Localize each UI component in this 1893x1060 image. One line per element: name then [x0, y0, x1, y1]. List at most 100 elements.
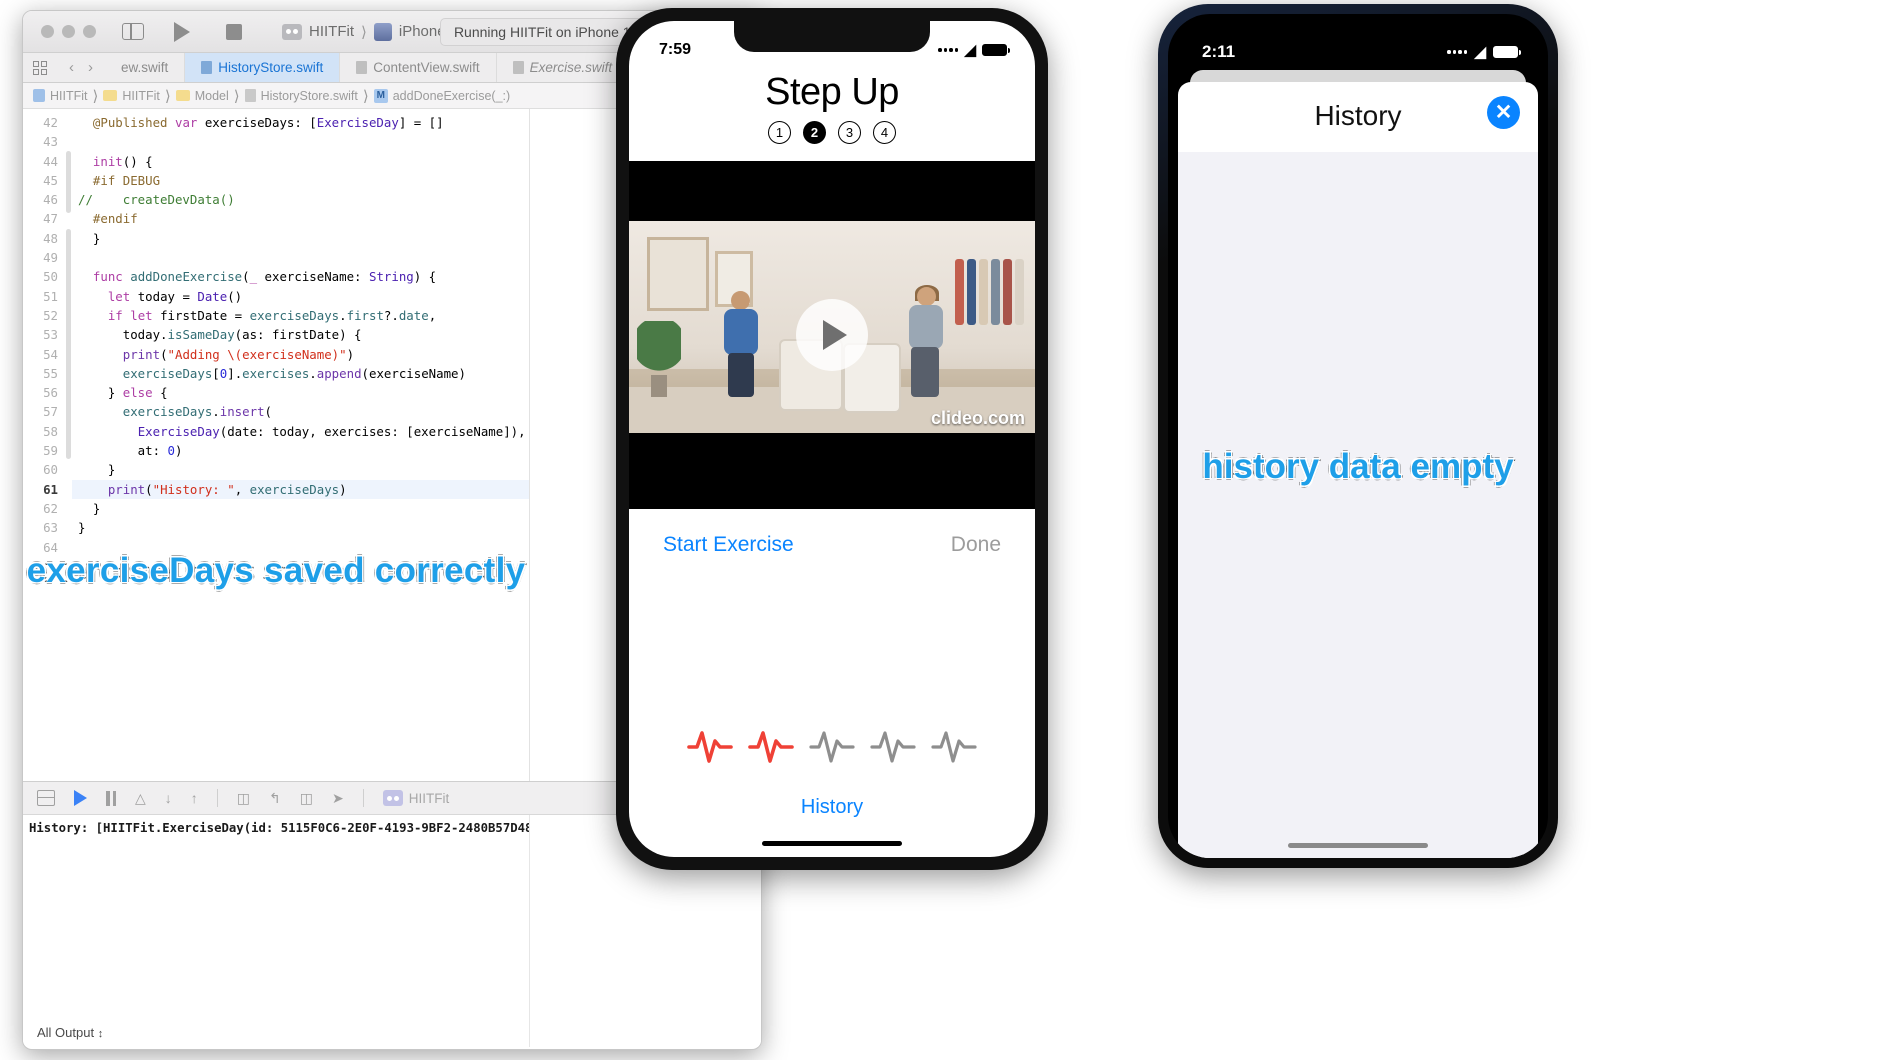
device-icon: [373, 22, 392, 41]
pause-icon[interactable]: [106, 790, 116, 806]
step-out-icon[interactable]: ↑: [191, 790, 198, 806]
play-button[interactable]: [796, 299, 868, 371]
cellular-signal-icon: [938, 48, 959, 52]
chevron-updown-icon[interactable]: ↕: [98, 1028, 104, 1040]
fold-segment: [66, 151, 71, 213]
video-person-left: [719, 291, 765, 403]
project-icon: [33, 89, 45, 102]
debug-process[interactable]: HIITFit: [382, 790, 449, 806]
tab-label: ContentView.swift: [373, 60, 480, 75]
sheet-title: History: [1314, 100, 1402, 131]
window-controls[interactable]: [41, 25, 96, 38]
history-sheet[interactable]: History ✕ history data empty: [1178, 82, 1538, 858]
breadcrumb-item-method[interactable]: addDoneExercise(_:): [393, 89, 510, 103]
video-clothes-rack: [955, 249, 1029, 345]
rating-control[interactable]: [629, 727, 1035, 767]
grid-icon: [33, 60, 47, 75]
folder-icon: [103, 90, 118, 101]
breadcrumb-item-file[interactable]: HistoryStore.swift: [261, 89, 358, 103]
line-number: 60: [43, 462, 58, 478]
zoom-icon[interactable]: [83, 25, 96, 38]
home-indicator[interactable]: [1288, 843, 1428, 848]
stop-button[interactable]: [226, 23, 242, 40]
screenshot-root: HIITFit ⟩ iPhone 12 Pro Running HIITFit …: [0, 0, 1893, 1060]
heartbeat-icon-4[interactable]: [870, 727, 916, 767]
line-number: 63: [43, 520, 58, 536]
code-fold-ribbon[interactable]: [65, 109, 72, 557]
exercise-video-player[interactable]: clideo.com: [629, 161, 1035, 509]
exercise-actions[interactable]: Start Exercise Done: [629, 509, 1035, 557]
line-number: 52: [43, 307, 58, 323]
sidebar-toggle-icon[interactable]: [122, 23, 144, 40]
close-icon[interactable]: [41, 25, 54, 38]
chevron-right-icon: ⟩: [92, 87, 99, 105]
swift-file-icon: [201, 61, 213, 74]
console-filter-select[interactable]: All Output ↕: [37, 1025, 103, 1040]
done-button[interactable]: Done: [951, 533, 1001, 557]
continue-icon[interactable]: [74, 790, 87, 806]
phone-screen[interactable]: 7:59 ◢ Step Up 1 2 3 4 clideo.com Start …: [629, 21, 1035, 857]
divider: [362, 789, 364, 807]
line-number: 62: [43, 500, 58, 516]
history-button[interactable]: History: [629, 796, 1035, 819]
close-icon[interactable]: ✕: [1487, 96, 1520, 129]
tab-label: HistoryStore.swift: [218, 60, 324, 75]
run-button[interactable]: [174, 21, 190, 42]
tab-overview-button[interactable]: [23, 53, 57, 82]
memory-graph-icon[interactable]: ↰: [269, 790, 281, 807]
heartbeat-icon-3[interactable]: [809, 727, 855, 767]
page-indicator[interactable]: 1 2 3 4: [629, 121, 1035, 144]
environment-overrides-icon[interactable]: ◫: [300, 790, 313, 807]
chevron-right-icon: ⟩: [233, 87, 240, 105]
battery-icon: [1493, 46, 1521, 58]
page-dot-3[interactable]: 3: [838, 121, 861, 144]
page-dot-1[interactable]: 1: [768, 121, 791, 144]
step-into-icon[interactable]: ↓: [165, 790, 172, 806]
line-number: 59: [43, 443, 58, 459]
step-over-icon[interactable]: △: [135, 790, 146, 807]
breadcrumb-item-group[interactable]: HIITFit: [122, 89, 160, 103]
page-dot-4[interactable]: 4: [873, 121, 896, 144]
video-picture-frame: [647, 237, 709, 311]
back-icon[interactable]: ‹: [69, 59, 74, 76]
fold-segment: [66, 229, 71, 459]
heartbeat-icon-1[interactable]: [687, 727, 733, 767]
view-hierarchy-icon[interactable]: ◫: [237, 790, 250, 807]
forward-icon[interactable]: ›: [88, 59, 93, 76]
breadcrumb-chevron-icon: ⟩: [361, 23, 367, 41]
heartbeat-icon-2[interactable]: [748, 727, 794, 767]
tab-historystore-swift[interactable]: HistoryStore.swift: [185, 53, 341, 82]
annotation-exercisedays-saved: exerciseDays saved correctly: [26, 551, 526, 590]
chevron-right-icon: ⟩: [362, 87, 369, 105]
tab-label: Exercise.swift: [529, 60, 613, 75]
line-number: 47: [43, 211, 58, 227]
line-number: 49: [43, 250, 58, 266]
home-indicator[interactable]: [762, 841, 902, 846]
tab-exercise-swift[interactable]: Exercise.swift: [497, 53, 630, 82]
minimize-icon[interactable]: [62, 25, 75, 38]
start-exercise-button[interactable]: Start Exercise: [663, 533, 794, 557]
exercise-title: Step Up: [765, 71, 899, 113]
heartbeat-icon-5[interactable]: [931, 727, 977, 767]
simulate-location-icon[interactable]: ➤: [332, 790, 344, 807]
toggle-console-icon[interactable]: [37, 790, 55, 806]
tab-ew-swift[interactable]: ew.swift: [105, 53, 186, 82]
line-number: 61: [43, 481, 58, 497]
line-number: 50: [43, 269, 58, 285]
status-indicators: ◢: [938, 41, 1010, 59]
page-dot-2[interactable]: 2: [803, 121, 826, 144]
video-plant: [637, 321, 681, 397]
tab-contentview-swift[interactable]: ContentView.swift: [340, 53, 497, 82]
phone-screen[interactable]: 2:11 ◢ History ✕ history data empty: [1168, 14, 1548, 858]
status-time: 2:11: [1202, 42, 1236, 61]
history-nav[interactable]: ‹ ›: [57, 53, 105, 82]
app-icon: [382, 790, 403, 806]
scheme-label: HIITFit: [309, 23, 354, 40]
chevron-right-icon: ⟩: [164, 87, 171, 105]
line-number: 43: [43, 134, 58, 150]
video-person-right: [901, 285, 953, 405]
breadcrumb-item-model[interactable]: Model: [195, 89, 229, 103]
scheme-icon: [282, 23, 302, 40]
status-time: 7:59: [659, 41, 692, 58]
breadcrumb-item-project[interactable]: HIITFit: [50, 89, 88, 103]
